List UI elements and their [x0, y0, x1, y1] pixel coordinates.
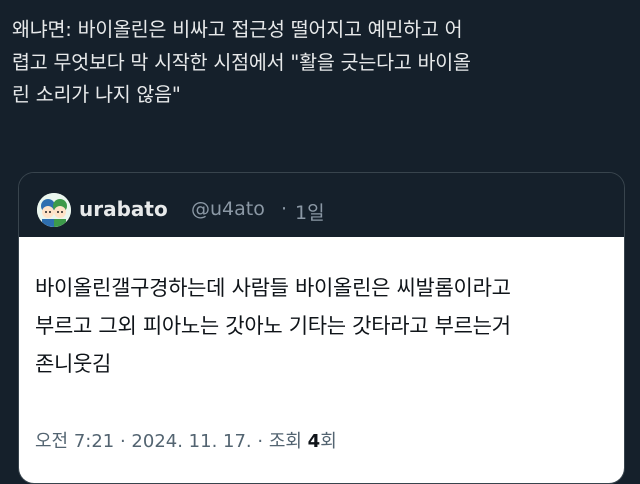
quoted-tweet-line: 바이올린갤구경하는데 사람들 바이올린은 씨발롬이라고: [35, 276, 511, 300]
tweet-line: 린 소리가 나지 않음": [12, 83, 181, 106]
quoted-tweet-line: 존니웃김: [35, 352, 112, 376]
author-handle[interactable]: @u4ato: [191, 198, 265, 220]
avatar[interactable]: [37, 193, 71, 227]
quoted-tweet-text: 바이올린갤구경하는데 사람들 바이올린은 씨발롬이라고 부르고 그외 피아노는 …: [35, 269, 615, 383]
post-time[interactable]: 1일: [295, 198, 325, 225]
quoted-tweet-header: urabato @u4ato · 1일: [19, 173, 624, 235]
timestamp[interactable]: 오전 7:21 · 2024. 11. 17. · 조회: [35, 431, 308, 452]
tweet-line: 렵고 무엇보다 막 시작한 시점에서 "활을 긋는다고 바이올: [12, 50, 471, 74]
quoted-tweet-body: 바이올린갤구경하는데 사람들 바이올린은 씨발롬이라고 부르고 그외 피아노는 …: [19, 237, 624, 483]
quoted-tweet-card[interactable]: urabato @u4ato · 1일 바이올린갤구경하는데 사람들 바이올린은…: [18, 172, 625, 484]
quoted-tweet-line: 부르고 그외 피아노는 갓아노 기타는 갓타라고 부르는거: [35, 314, 511, 338]
author-name[interactable]: urabato: [79, 197, 168, 221]
separator-dot: ·: [281, 198, 288, 220]
view-count-suffix: 회: [320, 431, 337, 452]
chibi-character-avatar-icon: [37, 193, 71, 227]
view-count: 4: [307, 431, 321, 452]
tweet-meta: 오전 7:21 · 2024. 11. 17. · 조회 4회: [35, 427, 337, 453]
tweet-line: 왜냐면: 바이올린은 비싸고 접근성 떨어지고 예민하고 어: [12, 18, 463, 41]
tweet-text: 왜냐면: 바이올린은 비싸고 접근성 떨어지고 예민하고 어 렵고 무엇보다 막…: [12, 14, 628, 112]
